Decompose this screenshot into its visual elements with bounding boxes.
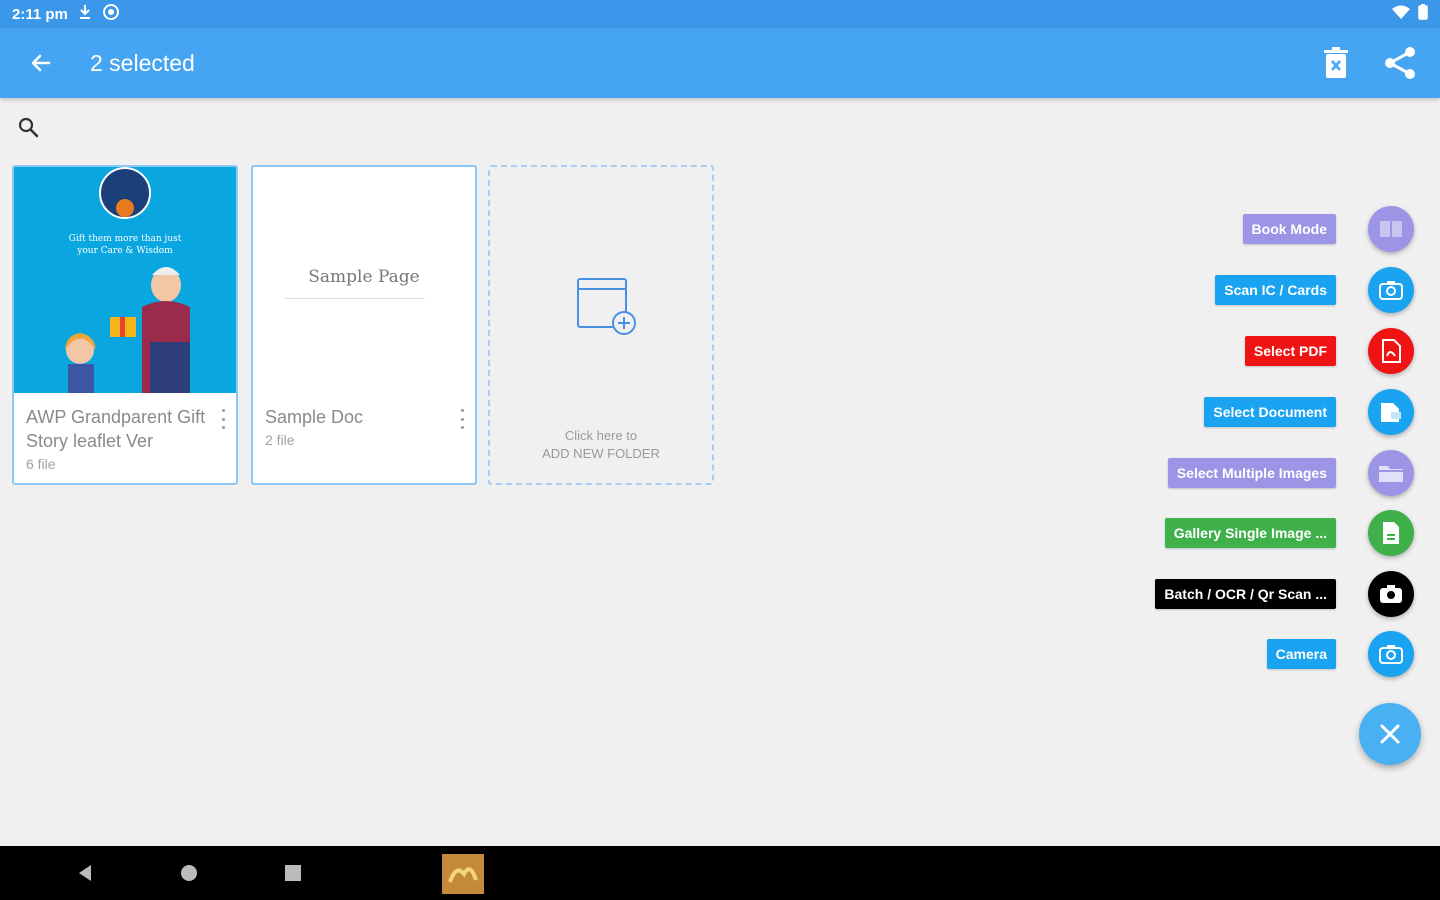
arrow-left-icon (31, 54, 51, 72)
camera-label[interactable]: Camera (1266, 639, 1336, 669)
book-icon (1380, 221, 1402, 237)
back-button[interactable] (19, 41, 63, 85)
select-pdf-label[interactable]: Select PDF (1244, 336, 1336, 366)
app-bar: 2 selected (0, 28, 1440, 98)
share-icon (1385, 47, 1415, 79)
pdf-icon (1382, 339, 1401, 363)
camera-icon (1379, 281, 1403, 300)
add-new-folder-button[interactable]: Click here to ADD NEW FOLDER (488, 165, 714, 485)
fab-row-select-multiple-images: Select Multiple Images (1167, 450, 1414, 496)
folder-name: Sample Doc (265, 407, 364, 427)
fab-row-select-document: Select Document (1204, 389, 1414, 435)
fab-row-camera: Camera (1266, 631, 1414, 677)
thumbnail-divider (285, 298, 425, 299)
back-triangle-icon (79, 865, 91, 881)
app-thumbnail-icon[interactable] (442, 854, 484, 894)
select-multiple-images-label[interactable]: Select Multiple Images (1167, 458, 1336, 488)
thumbnail-text: Gift them more than just your Care & Wis… (68, 234, 182, 256)
nav-back-button[interactable] (68, 856, 102, 890)
folder-thumbnail: Sample Page (253, 167, 475, 393)
batch-ocr-qr-scan-label[interactable]: Batch / OCR / Qr Scan ... (1155, 579, 1336, 609)
folder-card[interactable]: Gift them more than just your Care & Wis… (12, 165, 238, 485)
more-options-button[interactable] (218, 409, 228, 429)
book-mode-button[interactable] (1368, 206, 1414, 252)
folder-file-count: 2 file (265, 432, 295, 448)
document-icon (1381, 403, 1401, 422)
batch-ocr-qr-scan-button[interactable] (1368, 571, 1414, 617)
wifi-icon (1390, 5, 1412, 23)
close-icon (1380, 724, 1400, 744)
file-icon (1383, 522, 1399, 544)
camera-button[interactable] (1368, 631, 1414, 677)
share-button[interactable] (1380, 43, 1420, 83)
page-title: 2 selected (90, 49, 195, 76)
folder-name: AWP Grandparent Gift Story leaflet Ver (26, 407, 206, 451)
select-multiple-images-button[interactable] (1368, 450, 1414, 496)
add-folder-text-line2: ADD NEW FOLDER (542, 446, 660, 461)
battery-icon (1418, 4, 1428, 24)
camera-icon (1379, 645, 1403, 664)
folder-card[interactable]: Sample Page Sample Doc 2 file (251, 165, 477, 485)
fab-row-scan-cards: Scan IC / Cards (1215, 267, 1414, 313)
sync-icon (102, 3, 120, 25)
more-options-button[interactable] (457, 409, 467, 429)
status-time: 2:11 pm (12, 5, 68, 23)
status-bar: 2:11 pm (0, 0, 1440, 28)
scan-cards-label[interactable]: Scan IC / Cards (1215, 275, 1336, 305)
trash-icon (1324, 47, 1348, 78)
fab-row-gallery-single-image: Gallery Single Image ... (1164, 510, 1414, 556)
home-circle-icon (181, 865, 197, 881)
scan-cards-button[interactable] (1368, 267, 1414, 313)
add-folder-icon (576, 275, 638, 337)
folder-thumbnail: Gift them more than just your Care & Wis… (14, 167, 236, 393)
folder-icon (1379, 466, 1403, 482)
gallery-single-image-button[interactable] (1368, 510, 1414, 556)
select-pdf-button[interactable] (1368, 328, 1414, 374)
nav-home-button[interactable] (172, 856, 206, 890)
fab-row-select-pdf: Select PDF (1244, 328, 1414, 374)
folder-file-count: 6 file (26, 456, 56, 472)
search-button[interactable] (14, 113, 42, 141)
search-icon (18, 117, 39, 138)
nav-recents-button[interactable] (276, 856, 310, 890)
recents-square-icon (285, 865, 301, 881)
add-folder-text-line1: Click here to (564, 428, 638, 443)
select-document-label[interactable]: Select Document (1204, 397, 1336, 427)
delete-button[interactable] (1316, 43, 1356, 83)
fab-row-book-mode: Book Mode (1242, 206, 1414, 252)
gallery-single-image-label[interactable]: Gallery Single Image ... (1164, 518, 1336, 548)
camera-icon (1380, 585, 1402, 603)
book-mode-label[interactable]: Book Mode (1242, 214, 1336, 244)
download-icon (78, 4, 92, 24)
select-document-button[interactable] (1368, 389, 1414, 435)
system-nav-bar (0, 846, 1440, 900)
close-fab-button[interactable] (1359, 703, 1421, 765)
fab-row-batch-ocr-qr-scan: Batch / OCR / Qr Scan ... (1155, 571, 1414, 617)
thumbnail-text: Sample Page (308, 267, 420, 287)
